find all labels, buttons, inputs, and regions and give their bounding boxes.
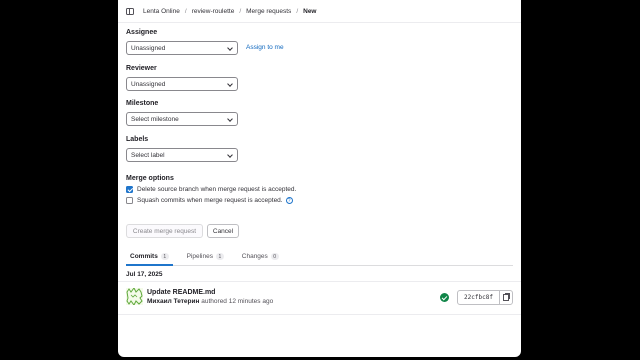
breadcrumb-group[interactable]: Lenta Online — [143, 8, 180, 15]
squash-checkbox[interactable] — [126, 197, 133, 204]
commit-time: authored 12 minutes ago — [201, 298, 274, 305]
breadcrumb-merge-requests[interactable]: Merge requests — [246, 8, 291, 15]
labels-label: Labels — [126, 136, 149, 143]
count-badge: 1 — [215, 253, 224, 260]
breadcrumb-separator: / — [184, 7, 187, 15]
milestone-label: Milestone — [126, 100, 159, 107]
chevron-down-icon — [227, 81, 233, 87]
tab-pipelines[interactable]: Pipelines 1 — [183, 250, 228, 265]
milestone-dropdown[interactable]: Select milestone — [126, 112, 238, 126]
breadcrumb-project[interactable]: review-roulette — [192, 8, 235, 15]
copy-icon — [503, 293, 510, 301]
chevron-down-icon — [227, 116, 233, 122]
reviewer-value: Unassigned — [131, 80, 166, 88]
delete-branch-checkbox[interactable] — [126, 186, 133, 193]
commit-meta: Михаил Тетерин authored 12 minutes ago — [147, 298, 273, 305]
count-badge: 1 — [160, 253, 169, 260]
commit-sha-group: 22cfbc8f — [457, 290, 513, 305]
assign-to-me-link[interactable]: Assign to me — [246, 44, 284, 51]
labels-value: Select label — [131, 151, 165, 159]
breadcrumb-separator: / — [296, 7, 299, 15]
delete-branch-text: Delete source branch when merge request … — [137, 186, 297, 193]
commit-title[interactable]: Update README.md — [147, 289, 215, 296]
top-bar: Lenta Online / review-roulette / Merge r… — [118, 0, 521, 23]
squash-text: Squash commits when merge request is acc… — [137, 197, 283, 204]
tab-label: Commits — [130, 253, 158, 260]
assignee-value: Unassigned — [131, 44, 166, 52]
avatar[interactable] — [126, 288, 143, 305]
count-badge: 0 — [270, 253, 279, 260]
help-icon[interactable]: ? — [285, 197, 293, 204]
copy-sha-button[interactable] — [500, 291, 512, 304]
breadcrumb: Lenta Online / review-roulette / Merge r… — [143, 8, 317, 15]
merge-options-label: Merge options — [126, 175, 174, 182]
reviewer-label: Reviewer — [126, 65, 157, 72]
sidebar-toggle-icon[interactable] — [126, 7, 134, 15]
tab-commits[interactable]: Commits 1 — [126, 250, 173, 266]
tab-changes[interactable]: Changes 0 — [238, 250, 283, 265]
commit-author[interactable]: Михаил Тетерин — [147, 298, 199, 305]
labels-dropdown[interactable]: Select label — [126, 148, 238, 162]
commit-sha-button[interactable]: 22cfbc8f — [458, 291, 500, 304]
assignee-dropdown[interactable]: Unassigned — [126, 41, 238, 55]
chevron-down-icon — [227, 152, 233, 158]
tab-label: Changes — [241, 253, 268, 260]
assignee-label: Assignee — [126, 29, 158, 36]
browser-window: Lenta Online / review-roulette / Merge r… — [118, 0, 521, 357]
tab-label: Pipelines — [186, 253, 213, 260]
reviewer-dropdown[interactable]: Unassigned — [126, 77, 238, 91]
tabs: Commits 1 Pipelines 1 Changes 0 — [126, 250, 513, 266]
cancel-button[interactable]: Cancel — [207, 224, 239, 238]
delete-branch-option[interactable]: Delete source branch when merge request … — [126, 186, 296, 193]
create-merge-request-button[interactable]: Create merge request — [126, 224, 203, 238]
breadcrumb-current: New — [303, 7, 317, 15]
chevron-down-icon — [227, 45, 233, 51]
breadcrumb-separator: / — [239, 7, 242, 15]
pipeline-passed-icon[interactable] — [440, 293, 449, 302]
commit-row: Update README.md Михаил Тетерин authored… — [118, 281, 521, 315]
milestone-value: Select milestone — [131, 115, 179, 123]
squash-option[interactable]: Squash commits when merge request is acc… — [126, 197, 293, 204]
commit-date-header: Jul 17, 2025 — [126, 271, 163, 278]
